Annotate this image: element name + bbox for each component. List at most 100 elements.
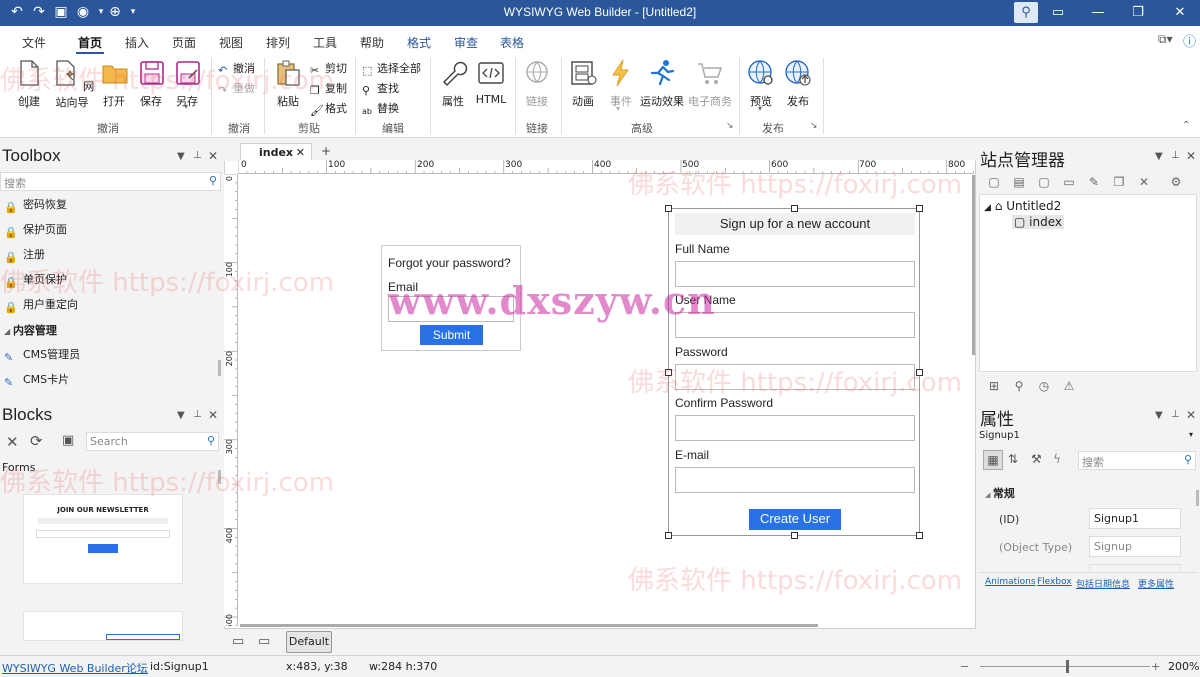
delete-icon[interactable]: ✕ bbox=[6, 433, 19, 451]
toolbox-item[interactable]: 🔒 密码恢复 bbox=[4, 196, 67, 215]
default-breakpoint-button[interactable]: Default bbox=[286, 631, 332, 653]
replace-button[interactable]: ab 替换 bbox=[362, 100, 399, 119]
categorized-icon[interactable]: ▦ bbox=[983, 450, 1003, 470]
menu-format[interactable]: 格式 bbox=[407, 34, 431, 51]
panel-menu-icon[interactable]: ▼ bbox=[177, 410, 185, 421]
history-icon[interactable]: ◷ bbox=[1036, 378, 1052, 394]
menu-insert[interactable]: 插入 bbox=[125, 34, 149, 51]
animations-link[interactable]: Animations bbox=[985, 577, 1036, 587]
event-button[interactable]: 事件 bbox=[606, 58, 636, 109]
layout-toggle-icon[interactable]: ⧉▾ bbox=[1158, 32, 1173, 47]
animation-button[interactable]: 动画 bbox=[568, 58, 598, 109]
menu-tools[interactable]: 工具 bbox=[313, 34, 337, 51]
panel-menu-icon[interactable]: ▼ bbox=[177, 151, 185, 162]
lightning-icon[interactable]: ϟ bbox=[1053, 452, 1061, 466]
menu-view[interactable]: 视图 bbox=[219, 34, 243, 51]
toolbox-item[interactable]: ✎ CMS管理员 bbox=[4, 346, 80, 365]
pin-icon[interactable]: ⊥ bbox=[193, 409, 202, 420]
menu-file[interactable]: 文件 bbox=[22, 34, 46, 51]
publish-button[interactable]: 发布 bbox=[783, 58, 813, 109]
ribbon-display-icon[interactable]: ▭ bbox=[1038, 0, 1078, 26]
flexbox-link[interactable]: Flexbox bbox=[1037, 577, 1072, 587]
advanced-launcher-icon[interactable]: ↘ bbox=[726, 121, 734, 131]
resize-handle[interactable] bbox=[791, 205, 798, 212]
create-dropdown-icon[interactable]: ▾ bbox=[25, 102, 29, 111]
ecommerce-button[interactable]: 电子商务 bbox=[688, 58, 732, 109]
panel-menu-icon[interactable]: ▼ bbox=[1155, 151, 1163, 162]
find-button[interactable]: ⚲ 查找 bbox=[362, 80, 399, 97]
html-button[interactable]: HTML bbox=[474, 58, 508, 106]
forum-link[interactable]: WYSIWYG Web Builder论坛 bbox=[2, 660, 148, 676]
warning-icon[interactable]: ⚠ bbox=[1061, 378, 1077, 394]
delete-page-icon[interactable]: ✕ bbox=[1136, 174, 1152, 190]
add-tab-icon[interactable]: + bbox=[316, 144, 336, 159]
fullname-input[interactable] bbox=[675, 261, 915, 287]
edit-page-icon[interactable]: ✎ bbox=[1086, 174, 1102, 190]
toolbox-item[interactable]: 🔒 用户重定向 bbox=[4, 296, 78, 315]
close-icon[interactable]: ✕ bbox=[208, 408, 218, 422]
page-search-icon[interactable]: ▢ bbox=[1036, 174, 1052, 190]
resize-handle[interactable] bbox=[916, 205, 923, 212]
toolbox-item[interactable]: ✎ CMS卡片 bbox=[4, 371, 69, 390]
more-properties-link[interactable]: 更多属性 bbox=[1138, 577, 1174, 590]
toolbox-search-input[interactable]: 搜索 ⚲ bbox=[0, 172, 221, 191]
collapse-ribbon-icon[interactable]: ⌃ bbox=[1182, 120, 1190, 131]
sitemap-icon[interactable]: ⊞ bbox=[986, 378, 1002, 394]
canvas-vscrollbar[interactable] bbox=[972, 175, 975, 355]
select-all-button[interactable]: ⬚ 选择全部 bbox=[362, 60, 421, 77]
new-page-icon[interactable]: ▢ bbox=[986, 174, 1002, 190]
saveas-dropdown-icon[interactable]: ▾ bbox=[184, 102, 188, 111]
menu-arrange[interactable]: 排列 bbox=[266, 34, 290, 51]
resize-handle[interactable] bbox=[665, 369, 672, 376]
username-input[interactable] bbox=[675, 312, 915, 338]
preview-button[interactable]: 预览 bbox=[746, 58, 776, 109]
canvas-hscrollbar[interactable] bbox=[240, 624, 818, 627]
block-thumbnail-form[interactable] bbox=[23, 611, 183, 641]
search-icon[interactable]: ⚲ bbox=[1014, 2, 1038, 23]
wizard-button[interactable]: 网站向导 bbox=[48, 58, 96, 110]
resize-handle[interactable] bbox=[791, 532, 798, 539]
forgot-submit-button[interactable]: Submit bbox=[420, 325, 483, 345]
blocks-search-input[interactable]: Search ⚲ bbox=[86, 432, 219, 451]
object-selector[interactable]: Signup1 ▾ bbox=[979, 430, 1197, 445]
minimize-icon[interactable]: — bbox=[1078, 0, 1118, 26]
close-icon[interactable]: ✕ bbox=[1186, 149, 1196, 163]
undo-button[interactable]: ↶ 撤消 bbox=[218, 60, 255, 77]
id-value-input[interactable]: Signup1 bbox=[1089, 508, 1181, 529]
close-icon[interactable]: ✕ bbox=[1186, 408, 1196, 422]
folder-icon[interactable]: ▭ bbox=[1061, 174, 1077, 190]
toolbox-scrollbar[interactable] bbox=[218, 360, 221, 376]
help-icon[interactable]: ⓘ bbox=[1183, 31, 1196, 50]
block-thumbnail-newsletter[interactable]: JOIN OUR NEWSLETTER bbox=[23, 494, 183, 584]
create-user-button[interactable]: Create User bbox=[749, 509, 841, 530]
toolbox-item[interactable]: 🔒 保护页面 bbox=[4, 221, 67, 240]
desktop-view-icon[interactable]: ▭ bbox=[232, 634, 244, 649]
pin-page-icon[interactable]: ⚲ bbox=[1011, 378, 1027, 394]
pin-icon[interactable]: ⊥ bbox=[193, 150, 202, 161]
menu-home[interactable]: 首页 bbox=[75, 34, 105, 54]
zoom-slider-thumb[interactable] bbox=[1066, 660, 1069, 673]
publish-launcher-icon[interactable]: ↘ bbox=[810, 121, 818, 131]
resize-handle[interactable] bbox=[916, 532, 923, 539]
close-tab-icon[interactable]: ✕ bbox=[296, 146, 305, 159]
date-info-link[interactable]: 包括日期信息 bbox=[1076, 577, 1130, 590]
pin-icon[interactable]: ⊥ bbox=[1171, 409, 1180, 420]
properties-section[interactable]: ◢ 常规 bbox=[985, 485, 1015, 501]
toolbox-item[interactable]: 🔒 注册 bbox=[4, 246, 45, 265]
copy-button[interactable]: ❐ 复制 bbox=[310, 80, 347, 97]
tab-index[interactable]: index ✕ bbox=[240, 143, 312, 161]
zoom-out-icon[interactable]: − bbox=[960, 660, 969, 673]
link-button[interactable]: 链接 bbox=[522, 58, 552, 109]
toolbox-item[interactable]: 🔒 单页保护 bbox=[4, 271, 67, 290]
format-painter-button[interactable]: 🖌格式 bbox=[310, 100, 347, 117]
signup-form[interactable]: Sign up for a new account Full Name User… bbox=[668, 208, 920, 536]
properties-scrollbar[interactable] bbox=[1196, 490, 1199, 506]
breakpoint-icon[interactable]: ▭ bbox=[258, 634, 270, 649]
properties-button[interactable]: 属性 bbox=[438, 58, 468, 109]
page-icon[interactable]: ▤ bbox=[1011, 174, 1027, 190]
maximize-icon[interactable]: ❐ bbox=[1118, 0, 1158, 26]
cut-button[interactable]: ✂ 剪切 bbox=[310, 60, 347, 77]
zoom-slider[interactable] bbox=[980, 666, 1150, 667]
preview-dropdown-icon[interactable]: ▾ bbox=[758, 104, 762, 113]
toolbox-section[interactable]: ◢ 内容管理 bbox=[4, 322, 57, 338]
